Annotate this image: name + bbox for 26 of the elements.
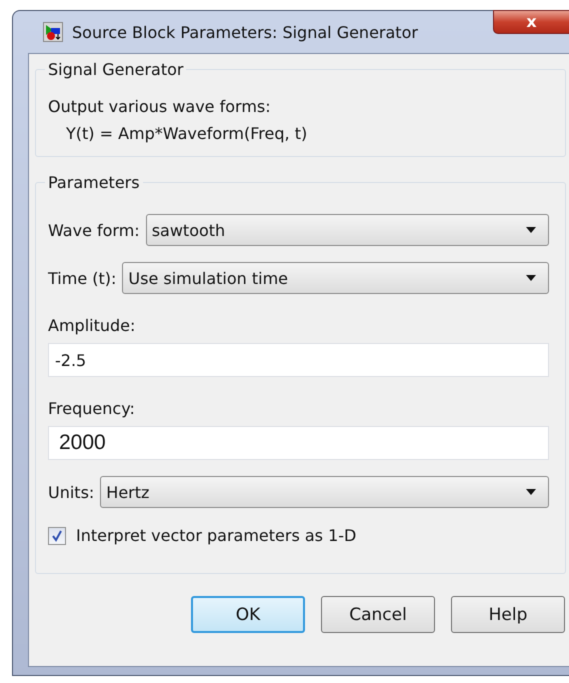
close-button[interactable]: x	[493, 10, 569, 34]
dialog-button[interactable]: OK	[191, 596, 305, 633]
group-title: Signal Generator	[47, 60, 184, 79]
caret-icon	[526, 489, 536, 495]
caret-icon	[526, 227, 536, 233]
dialog-button[interactable]: Cancel	[321, 596, 435, 633]
app-icon	[43, 22, 63, 42]
dropdown[interactable]: sawtooth	[146, 214, 549, 246]
dialog-button[interactable]: Help	[451, 596, 565, 633]
field-label: Wave form:	[48, 220, 140, 240]
input-field[interactable]: 2000	[48, 426, 549, 460]
checkbox-label: Interpret vector parameters as 1-D	[76, 526, 356, 545]
field-label: Time (t):	[48, 268, 116, 288]
checkbox[interactable]	[48, 526, 66, 544]
field-label: Amplitude:	[48, 316, 136, 335]
description-text: Y(t) = Amp*Waveform(Freq, t)	[65, 123, 308, 145]
field-label: Frequency:	[48, 399, 136, 418]
window-title: Source Block Parameters: Signal Generator	[72, 22, 418, 42]
dropdown[interactable]: Hertz	[100, 476, 549, 508]
caret-icon	[526, 275, 536, 281]
description-text: Output various wave forms:	[48, 96, 272, 118]
field-label: Units:	[48, 482, 94, 502]
check-icon	[51, 530, 63, 542]
dropdown[interactable]: Use simulation time	[122, 262, 549, 294]
input-field[interactable]: -2.5	[48, 343, 549, 377]
group-title: Parameters	[47, 173, 141, 192]
